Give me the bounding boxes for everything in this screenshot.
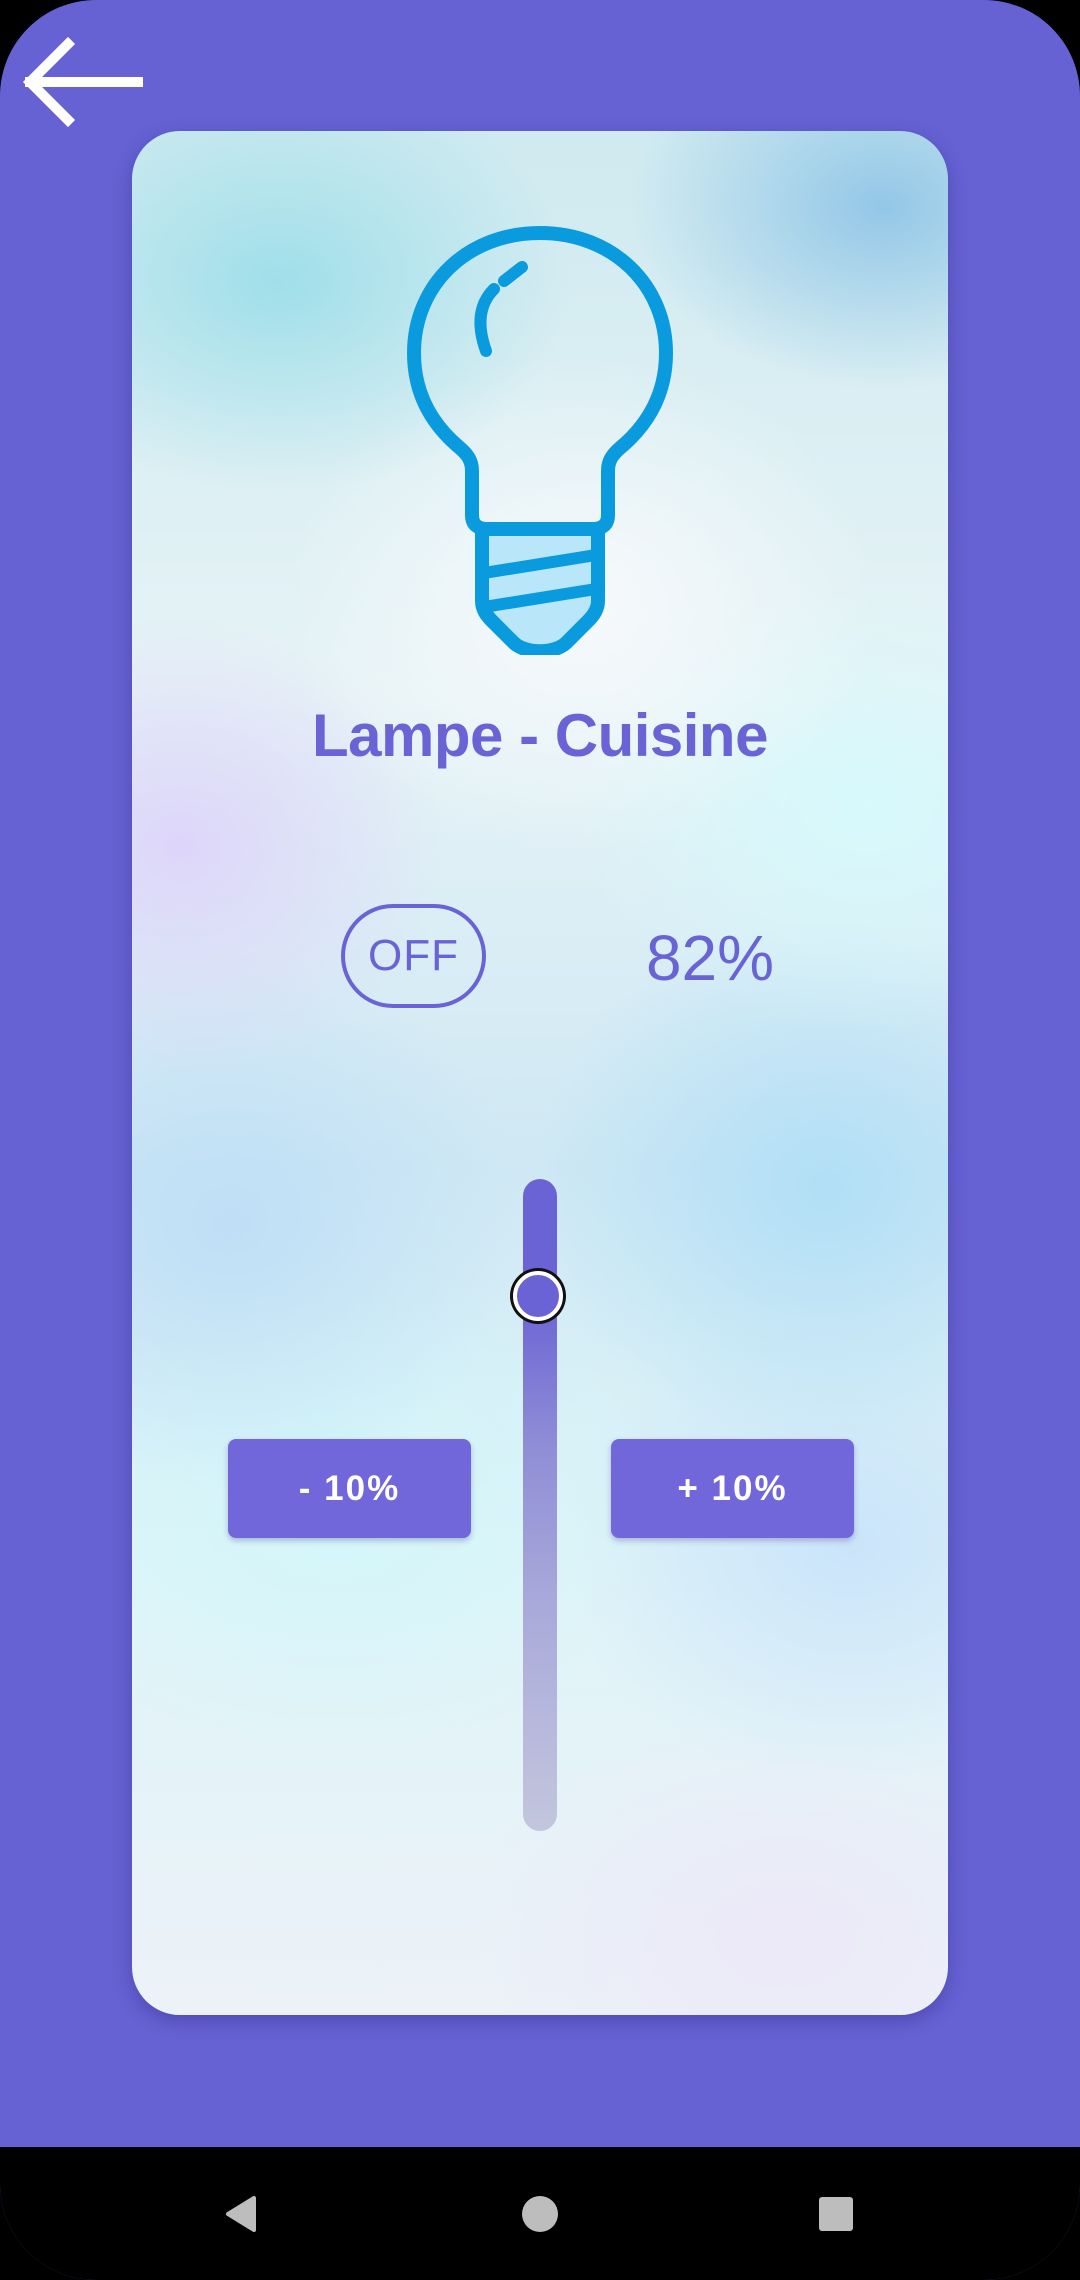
brightness-percentage: 82% (645, 922, 775, 994)
light-bulb-icon (407, 226, 673, 655)
triangle-back-icon (226, 2195, 256, 2232)
back-button[interactable] (18, 36, 148, 128)
brightness-slider[interactable] (513, 1179, 563, 1831)
system-navigation-bar (0, 2147, 1080, 2280)
system-back-button[interactable] (182, 2147, 302, 2280)
system-recents-button[interactable] (776, 2147, 896, 2280)
power-toggle[interactable]: OFF (341, 904, 486, 1008)
increase-10-button[interactable]: + 10% (611, 1439, 854, 1538)
system-home-button[interactable] (480, 2147, 600, 2280)
decrease-10-button[interactable]: - 10% (228, 1439, 471, 1538)
arrow-left-icon (22, 36, 143, 128)
app-screen: Lampe - Cuisine OFF 82% - 10% + 10% (0, 0, 1080, 2280)
circle-home-icon (522, 2195, 558, 2232)
device-name: Lampe - Cuisine (312, 702, 768, 769)
square-recents-icon (819, 2196, 853, 2231)
device-card: Lampe - Cuisine OFF 82% - 10% + 10% (132, 131, 948, 2015)
